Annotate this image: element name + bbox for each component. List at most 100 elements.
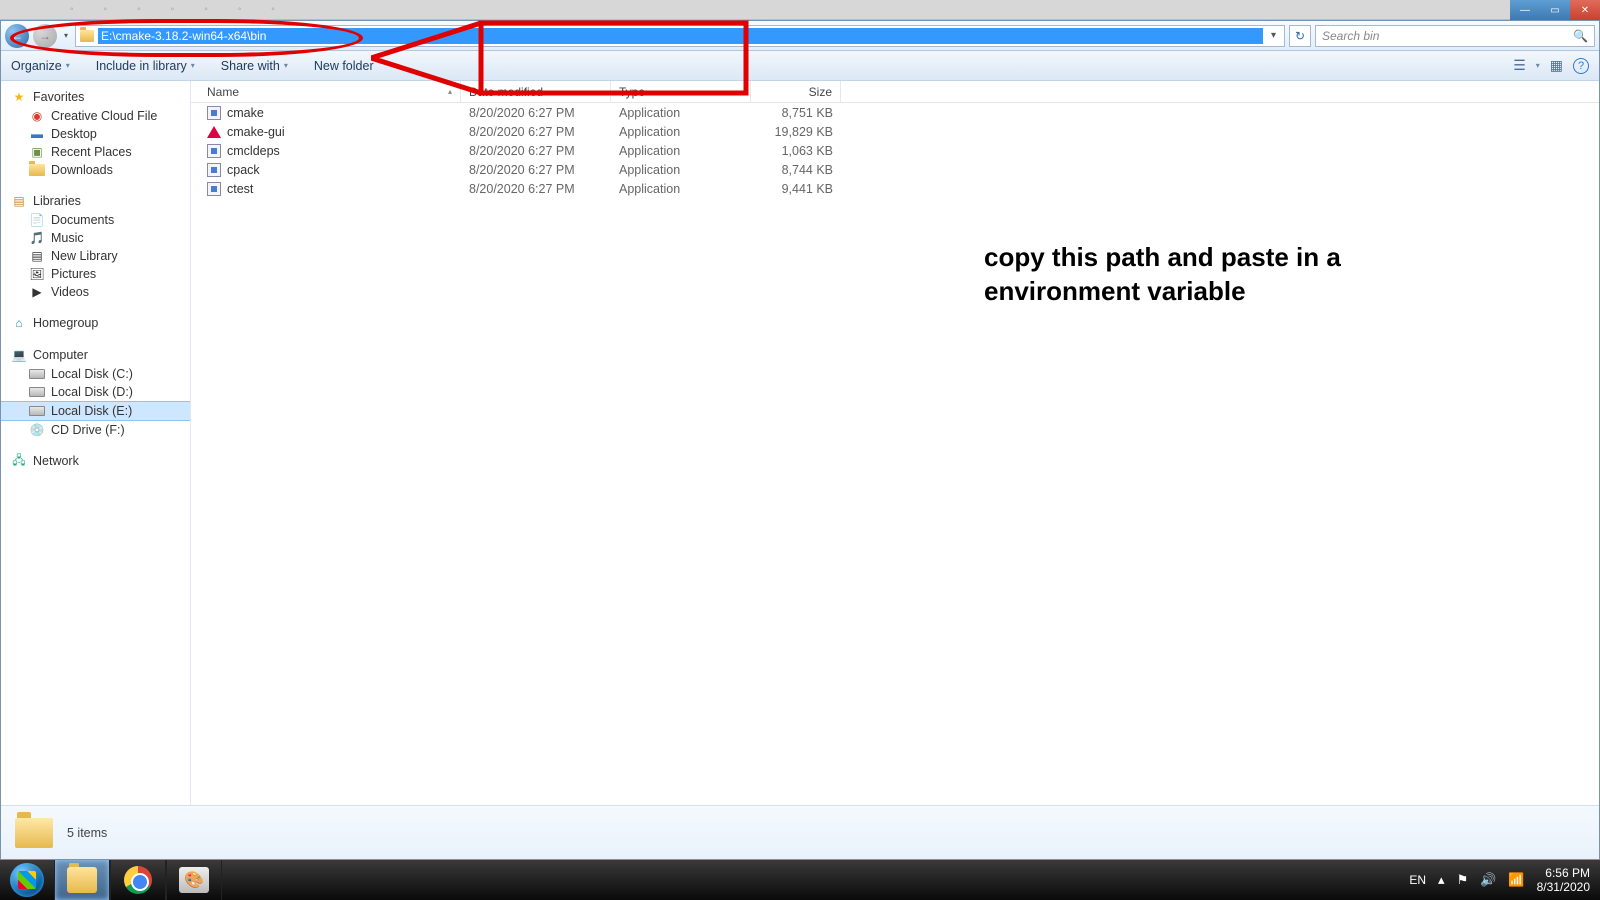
new-folder-button[interactable]: New folder bbox=[314, 59, 374, 73]
library-icon: ▤ bbox=[29, 249, 45, 263]
chevron-down-icon: ▾ bbox=[191, 61, 195, 70]
organize-menu[interactable]: Organize▾ bbox=[11, 59, 70, 73]
column-type[interactable]: Type bbox=[611, 81, 751, 102]
close-button[interactable]: ✕ bbox=[1570, 0, 1600, 20]
preview-pane-button[interactable]: ▦ bbox=[1550, 57, 1563, 74]
chevron-down-icon: ▾ bbox=[284, 61, 288, 70]
column-size[interactable]: Size bbox=[751, 81, 841, 102]
back-button[interactable]: ← bbox=[5, 24, 29, 48]
folder-icon bbox=[80, 30, 94, 42]
window-controls: — ▭ ✕ bbox=[1510, 0, 1600, 20]
sidebar-item-videos[interactable]: ▶Videos bbox=[1, 283, 190, 301]
sidebar-favorites-header[interactable]: ★Favorites bbox=[1, 87, 190, 107]
sidebar-computer-header[interactable]: 💻Computer bbox=[1, 345, 190, 365]
search-box[interactable]: Search bin 🔍 bbox=[1315, 25, 1595, 47]
file-row[interactable]: cpack8/20/2020 6:27 PMApplication8,744 K… bbox=[191, 160, 1599, 179]
address-input[interactable] bbox=[98, 28, 1263, 44]
file-name: cpack bbox=[227, 163, 260, 177]
nav-bar: ← → ▾ ▾ ↻ Search bin 🔍 bbox=[1, 21, 1599, 51]
language-indicator[interactable]: EN bbox=[1409, 873, 1426, 887]
star-icon: ★ bbox=[11, 90, 27, 104]
sidebar-item-desktop[interactable]: ▬Desktop bbox=[1, 125, 190, 143]
chrome-icon bbox=[124, 866, 152, 894]
taskbar-explorer[interactable] bbox=[54, 860, 110, 900]
file-size: 9,441 KB bbox=[751, 182, 841, 196]
details-pane: 5 items bbox=[1, 805, 1599, 859]
network-icon[interactable]: 📶 bbox=[1508, 872, 1524, 888]
sidebar-item-drive-e[interactable]: Local Disk (E:) bbox=[1, 401, 190, 421]
file-date: 8/20/2020 6:27 PM bbox=[461, 125, 611, 139]
app-icon bbox=[207, 144, 221, 158]
explorer-window: ← → ▾ ▾ ↻ Search bin 🔍 Organize▾ Include… bbox=[0, 20, 1600, 860]
address-dropdown[interactable]: ▾ bbox=[1267, 30, 1280, 41]
file-name: cmake-gui bbox=[227, 125, 285, 139]
tray-chevron-icon[interactable]: ▴ bbox=[1438, 872, 1445, 888]
column-date[interactable]: Date modified bbox=[461, 81, 611, 102]
folder-icon bbox=[15, 818, 53, 848]
sidebar-homegroup-header[interactable]: ⌂Homegroup bbox=[1, 313, 190, 333]
sidebar-item-documents[interactable]: 📄Documents bbox=[1, 211, 190, 229]
recent-icon: ▣ bbox=[29, 145, 45, 159]
clock[interactable]: 6:56 PM 8/31/2020 bbox=[1537, 866, 1590, 895]
cloud-icon: ◉ bbox=[29, 109, 45, 123]
app-icon bbox=[207, 182, 221, 196]
action-center-icon[interactable]: ⚑ bbox=[1457, 872, 1469, 888]
minimize-button[interactable]: — bbox=[1510, 0, 1540, 20]
maximize-button[interactable]: ▭ bbox=[1540, 0, 1570, 20]
file-row[interactable]: cmcldeps8/20/2020 6:27 PMApplication1,06… bbox=[191, 141, 1599, 160]
taskbar-paint[interactable] bbox=[166, 860, 222, 900]
homegroup-icon: ⌂ bbox=[11, 316, 27, 330]
volume-icon[interactable]: 🔊 bbox=[1480, 872, 1496, 888]
system-tray: EN ▴ ⚑ 🔊 📶 6:56 PM 8/31/2020 bbox=[1399, 866, 1600, 895]
sidebar-libraries-header[interactable]: ▤Libraries bbox=[1, 191, 190, 211]
file-type: Application bbox=[611, 106, 751, 120]
address-bar[interactable]: ▾ bbox=[75, 25, 1285, 47]
file-list: Name▴ Date modified Type Size cmake8/20/… bbox=[191, 81, 1599, 805]
file-type: Application bbox=[611, 144, 751, 158]
share-with-menu[interactable]: Share with▾ bbox=[221, 59, 288, 73]
column-name[interactable]: Name▴ bbox=[191, 81, 461, 102]
file-size: 8,744 KB bbox=[751, 163, 841, 177]
navigation-pane: ★Favorites ◉Creative Cloud File ▬Desktop… bbox=[1, 81, 191, 805]
sidebar-item-pictures[interactable]: 🖼Pictures bbox=[1, 265, 190, 283]
file-size: 1,063 KB bbox=[751, 144, 841, 158]
sidebar-item-creative-cloud[interactable]: ◉Creative Cloud File bbox=[1, 107, 190, 125]
drive-icon bbox=[29, 404, 45, 418]
sidebar-item-drive-c[interactable]: Local Disk (C:) bbox=[1, 365, 190, 383]
nav-history-dropdown[interactable]: ▾ bbox=[61, 31, 71, 40]
file-type: Application bbox=[611, 163, 751, 177]
sidebar-item-recent[interactable]: ▣Recent Places bbox=[1, 143, 190, 161]
taskbar-chrome[interactable] bbox=[110, 860, 166, 900]
sidebar-item-new-library[interactable]: ▤New Library bbox=[1, 247, 190, 265]
file-row[interactable]: cmake-gui8/20/2020 6:27 PMApplication19,… bbox=[191, 122, 1599, 141]
search-icon: 🔍 bbox=[1573, 29, 1588, 43]
refresh-button[interactable]: ↻ bbox=[1289, 25, 1311, 47]
chevron-down-icon: ▾ bbox=[66, 61, 70, 70]
view-options-button[interactable]: ☰ bbox=[1513, 57, 1526, 74]
search-placeholder: Search bin bbox=[1322, 29, 1379, 43]
music-icon: 🎵 bbox=[29, 231, 45, 245]
network-icon: 🖧 bbox=[11, 454, 27, 468]
app-icon bbox=[207, 106, 221, 120]
drive-icon bbox=[29, 385, 45, 399]
include-in-library-menu[interactable]: Include in library▾ bbox=[96, 59, 195, 73]
drive-icon bbox=[29, 367, 45, 381]
library-icon: ▤ bbox=[11, 194, 27, 208]
file-row[interactable]: cmake8/20/2020 6:27 PMApplication8,751 K… bbox=[191, 103, 1599, 122]
file-date: 8/20/2020 6:27 PM bbox=[461, 144, 611, 158]
sidebar-item-cd-drive[interactable]: 💿CD Drive (F:) bbox=[1, 421, 190, 439]
sidebar-network-header[interactable]: 🖧Network bbox=[1, 451, 190, 471]
file-row[interactable]: ctest8/20/2020 6:27 PMApplication9,441 K… bbox=[191, 179, 1599, 198]
item-count: 5 items bbox=[67, 826, 107, 840]
help-button[interactable]: ? bbox=[1573, 58, 1589, 74]
chevron-down-icon[interactable]: ▾ bbox=[1536, 61, 1540, 70]
app-icon bbox=[207, 163, 221, 177]
file-name: cmake bbox=[227, 106, 264, 120]
sidebar-item-drive-d[interactable]: Local Disk (D:) bbox=[1, 383, 190, 401]
sidebar-item-music[interactable]: 🎵Music bbox=[1, 229, 190, 247]
sidebar-item-downloads[interactable]: Downloads bbox=[1, 161, 190, 179]
disc-icon: 💿 bbox=[29, 423, 45, 437]
desktop-icon: ▬ bbox=[29, 127, 45, 141]
start-button[interactable] bbox=[0, 860, 54, 900]
forward-button[interactable]: → bbox=[33, 24, 57, 48]
